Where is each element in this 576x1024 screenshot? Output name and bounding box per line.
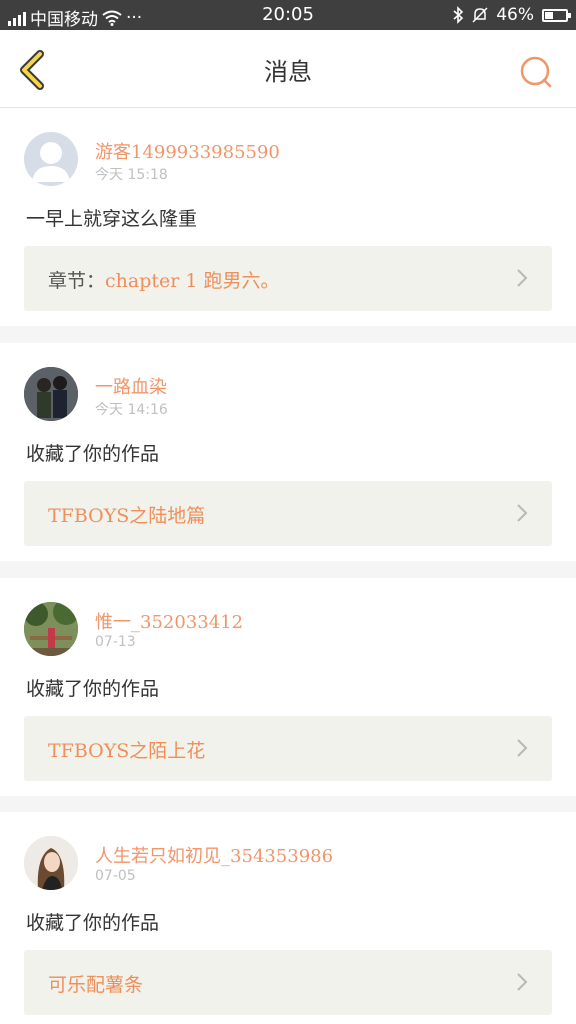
user-name[interactable]: 游客1499933985590 [95,138,280,164]
work-link[interactable]: TFBOYS之陌上花 [24,716,552,781]
bluetooth-icon [453,6,464,24]
work-title: TFBOYS之陌上花 [48,740,206,762]
battery-percent: 46% [496,5,534,25]
message-card: 游客1499933985590 今天 15:18 一早上就穿这么隆重 章节：ch… [0,108,576,326]
link-prefix: 章节： [48,270,106,292]
battery-icon [542,8,571,22]
default-avatar-icon [32,142,70,182]
message-card: 一路血染 今天 14:16 收藏了你的作品 TFBOYS之陆地篇 [0,343,576,561]
message-time: 07-05 [95,868,136,884]
work-link[interactable]: TFBOYS之陆地篇 [24,481,552,546]
message-card: 人生若只如初见_354353986 07-05 收藏了你的作品 可乐配薯条 [0,812,576,1024]
chevron-right-icon [517,504,528,522]
nav-header: 消息 [0,30,576,108]
avatar-default[interactable] [24,132,78,186]
user-name[interactable]: 一路血染 [95,373,167,399]
chevron-right-icon [517,269,528,287]
chevron-right-icon [517,739,528,757]
search-icon [520,56,552,88]
message-text: 一早上就穿这么隆重 [26,208,198,230]
user-photo-icon [24,836,78,890]
status-right: 46% [452,5,571,25]
page-title: 消息 [264,58,312,86]
message-text: 收藏了你的作品 [26,912,160,934]
work-link[interactable]: 可乐配薯条 [24,950,552,1015]
work-link[interactable]: 章节：chapter 1 跑男六。 [24,246,552,311]
message-time: 今天 15:18 [95,167,168,183]
user-name[interactable]: 人生若只如初见_354353986 [95,842,333,868]
user-photo-icon [24,367,78,421]
message-time: 今天 14:16 [95,402,168,418]
messages-screen: 中国移动 ··· 20:05 46% 消息 游客1499933985590 今天… [0,0,576,1024]
user-photo-icon [24,602,78,656]
work-title: chapter 1 跑男六。 [105,270,280,292]
status-bar: 中国移动 ··· 20:05 46% [0,0,576,30]
avatar-photo[interactable] [24,367,78,421]
work-title: 可乐配薯条 [48,974,144,996]
avatar-photo[interactable] [24,836,78,890]
message-card: 惟一_352033412 07-13 收藏了你的作品 TFBOYS之陌上花 [0,578,576,796]
work-link-label: 可乐配薯条 [48,970,143,997]
work-title: TFBOYS之陆地篇 [48,505,206,527]
message-text: 收藏了你的作品 [26,443,160,465]
mute-bell-icon [472,7,488,23]
avatar-photo[interactable] [24,602,78,656]
message-text: 收藏了你的作品 [26,678,160,700]
work-link-label: TFBOYS之陌上花 [48,736,205,763]
search-button[interactable] [516,52,556,92]
message-time: 07-13 [95,634,136,650]
chevron-right-icon [517,973,528,991]
work-link-label: TFBOYS之陆地篇 [48,501,205,528]
user-name[interactable]: 惟一_352033412 [95,608,243,634]
work-link-label: 章节：chapter 1 跑男六。 [48,266,280,293]
